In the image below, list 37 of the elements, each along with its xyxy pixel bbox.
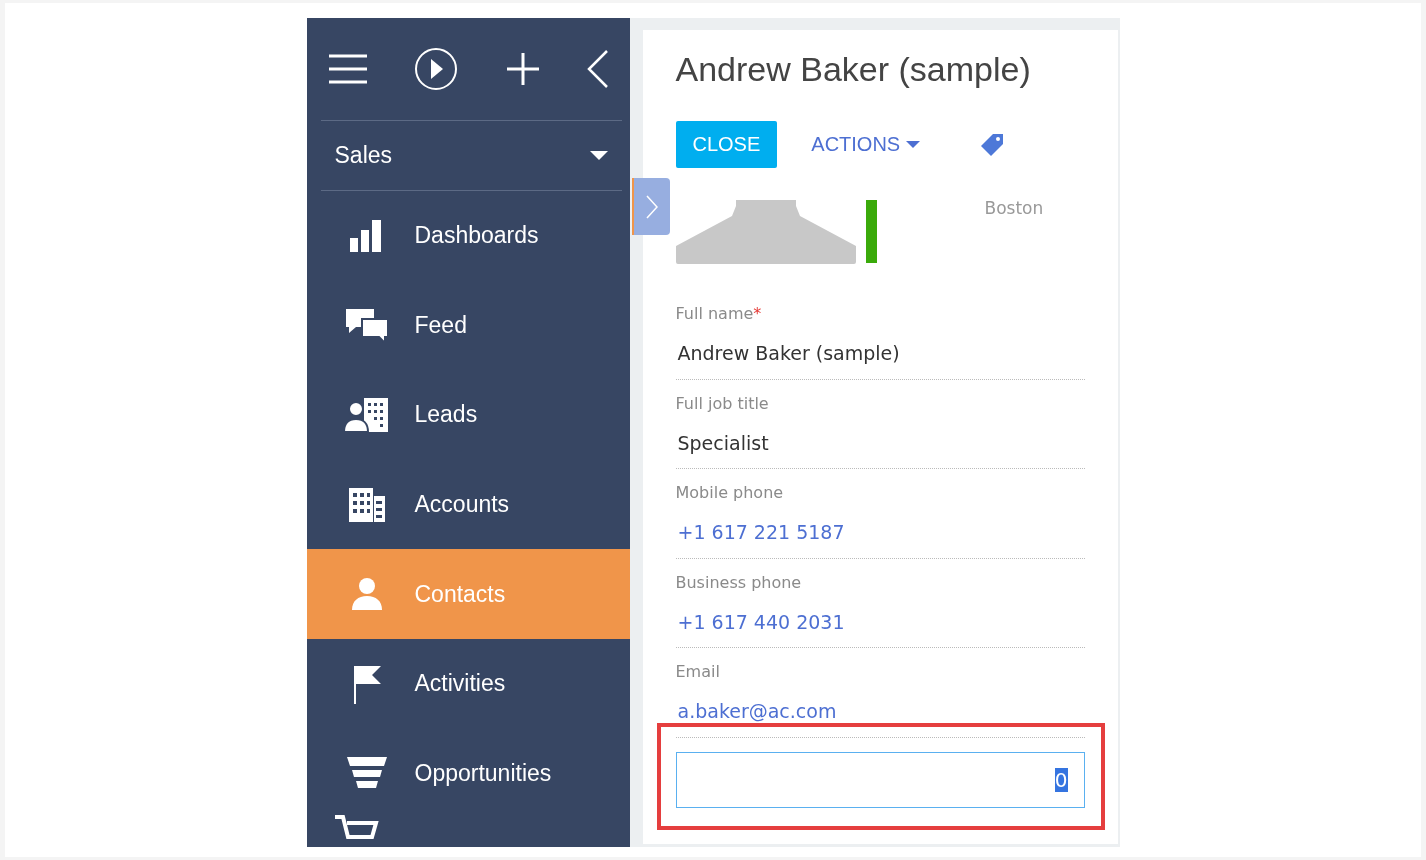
field-link[interactable]: a.baker@ac.com [675, 700, 1085, 722]
tag-icon[interactable] [980, 132, 1005, 157]
chat-bubbles-icon [343, 307, 390, 344]
required-mark: * [753, 304, 762, 323]
nav-item[interactable]: Opportunities [306, 728, 630, 819]
nav-item[interactable]: Activities [306, 638, 630, 729]
field-link[interactable]: +1 617 440 2031 [675, 610, 1085, 633]
nav-item[interactable]: Accounts [306, 459, 630, 550]
status-bar-icon [865, 200, 877, 263]
field-label: Mobile phone [675, 483, 785, 504]
collapse-icon[interactable] [587, 50, 610, 88]
field-label: Business phone [675, 572, 803, 594]
chevron-right-icon [645, 194, 658, 219]
field-value: Andrew Baker (sample) [676, 342, 901, 364]
city-text: Boston [984, 198, 1044, 218]
nav-item[interactable]: Dashboards [306, 191, 630, 281]
field-label: Full name* [675, 304, 763, 325]
avatar-placeholder-icon [675, 200, 856, 264]
person-with-building-icon [343, 396, 390, 434]
record-title: Andrew Baker (sample) [675, 49, 1032, 90]
field-link[interactable]: +1 617 221 5187 [675, 521, 1085, 543]
input-field[interactable]: 0 [675, 751, 1085, 808]
caret-icon [906, 140, 921, 149]
workplace-dropdown[interactable]: Sales [320, 120, 622, 191]
nav-item[interactable]: Leads [306, 370, 630, 460]
field-label: Email [675, 662, 721, 683]
field-label: Full job title [675, 393, 770, 415]
building-icon [346, 485, 387, 524]
menu-icon[interactable] [328, 54, 367, 84]
play-icon[interactable] [414, 47, 459, 91]
field-value: Specialist [676, 431, 770, 454]
actions-menu[interactable]: ACTIONS [811, 133, 921, 156]
funnel-icon [345, 756, 388, 791]
nav-item[interactable]: Feed [306, 280, 630, 371]
add-icon[interactable] [505, 52, 540, 86]
caret-icon [589, 150, 608, 161]
person-icon [349, 577, 384, 612]
